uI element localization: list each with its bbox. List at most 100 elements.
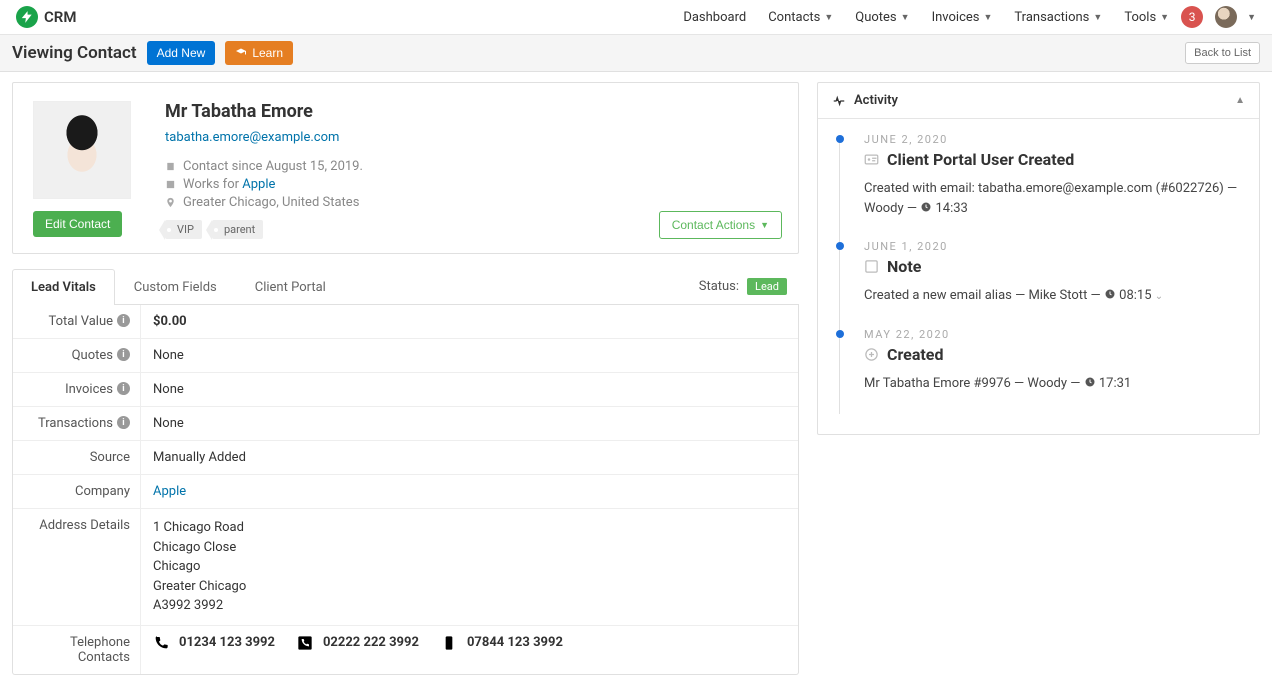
nav-item-contacts[interactable]: Contacts▼ — [768, 10, 833, 25]
activity-timeline: JUNE 2, 2020Client Portal User CreatedCr… — [818, 119, 1259, 434]
timeline-dot-icon — [836, 135, 844, 143]
company-link[interactable]: Apple — [242, 177, 275, 192]
status-label: Status: — [699, 279, 739, 294]
info-icon[interactable]: i — [117, 314, 130, 327]
note-icon — [864, 259, 879, 274]
brand-logo-icon — [16, 6, 38, 28]
top-nav: CRM Dashboard Contacts▼ Quotes▼ Invoices▼ Tr… — [0, 0, 1272, 35]
vitals-row: SourceManually Added — [13, 441, 798, 475]
nav-item-dashboard[interactable]: Dashboard — [683, 10, 746, 25]
timeline-date: MAY 22, 2020 — [864, 328, 1241, 341]
clock-icon — [1104, 286, 1116, 306]
timeline-body: Created a new email alias — Mike Stott —… — [864, 286, 1241, 306]
timeline-title: Client Portal User Created — [864, 150, 1241, 169]
info-icon[interactable]: i — [117, 382, 130, 395]
contact-email-link[interactable]: tabatha.emore@example.com — [165, 130, 339, 145]
edit-contact-button[interactable]: Edit Contact — [33, 211, 122, 237]
back-to-list-button[interactable]: Back to List — [1185, 42, 1260, 64]
caret-down-icon: ▼ — [824, 12, 833, 23]
activity-panel: Activity ▲ JUNE 2, 2020Client Portal Use… — [817, 82, 1260, 435]
vitals-row: QuotesiNone — [13, 339, 798, 373]
mobile-icon — [441, 635, 457, 651]
vitals-row: Company Apple — [13, 475, 798, 509]
contact-name: Mr Tabatha Emore — [165, 101, 363, 122]
timeline-body: Mr Tabatha Emore #9976 — Woody — 17:31 — [864, 374, 1241, 394]
timeline-date: JUNE 1, 2020 — [864, 240, 1241, 253]
plus-icon — [864, 347, 879, 362]
tab-custom-fields[interactable]: Custom Fields — [115, 269, 236, 305]
contact-actions-button[interactable]: Contact Actions ▼ — [659, 211, 782, 239]
page-title: Viewing Contact — [12, 43, 137, 63]
contact-works-for: Works for Apple — [165, 177, 363, 192]
vitals-label: Company — [13, 475, 141, 508]
vitals-value: None — [141, 407, 798, 440]
contact-location: Greater Chicago, United States — [165, 195, 363, 210]
nav-item-invoices[interactable]: Invoices▼ — [932, 10, 993, 25]
status-wrap: Status: Lead — [699, 278, 799, 295]
contact-since: Contact since August 15, 2019. — [165, 159, 363, 174]
nav-item-tools[interactable]: Tools▼ — [1124, 10, 1169, 25]
collapse-icon[interactable]: ▲ — [1235, 95, 1245, 106]
vitals-row: TransactionsiNone — [13, 407, 798, 441]
add-new-button[interactable]: Add New — [147, 41, 216, 65]
timeline-body: Created with email: tabatha.emore@exampl… — [864, 179, 1241, 218]
tag[interactable]: VIP — [165, 220, 202, 239]
vitals-value: None — [141, 339, 798, 372]
lead-vitals-table: Total Valuei$0.00QuotesiNoneInvoicesiNon… — [12, 305, 799, 675]
notification-badge[interactable]: 3 — [1181, 6, 1203, 28]
clock-icon — [1084, 374, 1096, 394]
user-menu-caret-icon[interactable]: ▼ — [1247, 12, 1256, 23]
brand[interactable]: CRM — [16, 6, 76, 28]
timeline-dot-icon — [836, 242, 844, 250]
vitals-value: None — [141, 373, 798, 406]
contact-header-card: Edit Contact Mr Tabatha Emore tabatha.em… — [12, 82, 799, 254]
timeline-dot-icon — [836, 330, 844, 338]
phone-item[interactable]: 01234 123 3992 — [153, 635, 275, 651]
contact-tags: VIP parent — [165, 220, 363, 239]
vitals-row: Total Valuei$0.00 — [13, 305, 798, 339]
tab-client-portal[interactable]: Client Portal — [236, 269, 345, 305]
timeline-title: Created — [864, 345, 1241, 364]
clock-icon — [920, 199, 932, 219]
tab-lead-vitals[interactable]: Lead Vitals — [12, 269, 115, 305]
phone-item[interactable]: 07844 123 3992 — [441, 635, 563, 651]
vitals-value: Manually Added — [141, 441, 798, 474]
sub-header: Viewing Contact Add New Learn Back to Li… — [0, 35, 1272, 72]
caret-down-icon: ▼ — [1093, 12, 1102, 23]
nav-item-transactions[interactable]: Transactions▼ — [1014, 10, 1102, 25]
building-icon — [165, 179, 176, 190]
vitals-label: Total Valuei — [13, 305, 141, 338]
status-badge: Lead — [747, 278, 787, 295]
vitals-label: Invoicesi — [13, 373, 141, 406]
vitals-label: Transactionsi — [13, 407, 141, 440]
company-link[interactable]: Apple — [153, 484, 186, 499]
chevron-down-icon[interactable]: ⌄ — [1155, 291, 1163, 302]
user-avatar[interactable] — [1215, 6, 1237, 28]
activity-header[interactable]: Activity ▲ — [818, 83, 1259, 119]
phone-square-icon — [297, 635, 313, 651]
vitals-label: Address Details — [13, 509, 141, 625]
vitals-value: 1 Chicago RoadChicago CloseChicagoGreate… — [141, 509, 798, 625]
learn-icon — [235, 47, 247, 59]
info-icon[interactable]: i — [117, 348, 130, 361]
caret-down-icon: ▼ — [1160, 12, 1169, 23]
brand-text: CRM — [44, 8, 76, 26]
vitals-row: InvoicesiNone — [13, 373, 798, 407]
learn-button[interactable]: Learn — [225, 41, 293, 65]
activity-title: Activity — [854, 93, 898, 108]
contact-actions-label: Contact Actions — [672, 218, 755, 232]
caret-down-icon: ▼ — [983, 12, 992, 23]
info-icon[interactable]: i — [117, 416, 130, 429]
vitals-row-phones: Telephone Contacts 01234 123 3992 02222 22… — [13, 626, 798, 674]
caret-down-icon: ▼ — [901, 12, 910, 23]
caret-down-icon: ▼ — [760, 220, 769, 230]
vitals-label: Source — [13, 441, 141, 474]
timeline-item: MAY 22, 2020 Created Mr Tabatha Emore #997… — [836, 328, 1241, 394]
contact-avatar — [33, 101, 131, 199]
phone-item[interactable]: 02222 222 3992 — [297, 635, 419, 651]
tag[interactable]: parent — [212, 220, 263, 239]
tabs: Lead VitalsCustom FieldsClient Portal St… — [12, 268, 799, 305]
nav-item-quotes[interactable]: Quotes▼ — [855, 10, 909, 25]
vitals-label: Telephone Contacts — [13, 626, 141, 674]
heartbeat-icon — [832, 94, 846, 108]
